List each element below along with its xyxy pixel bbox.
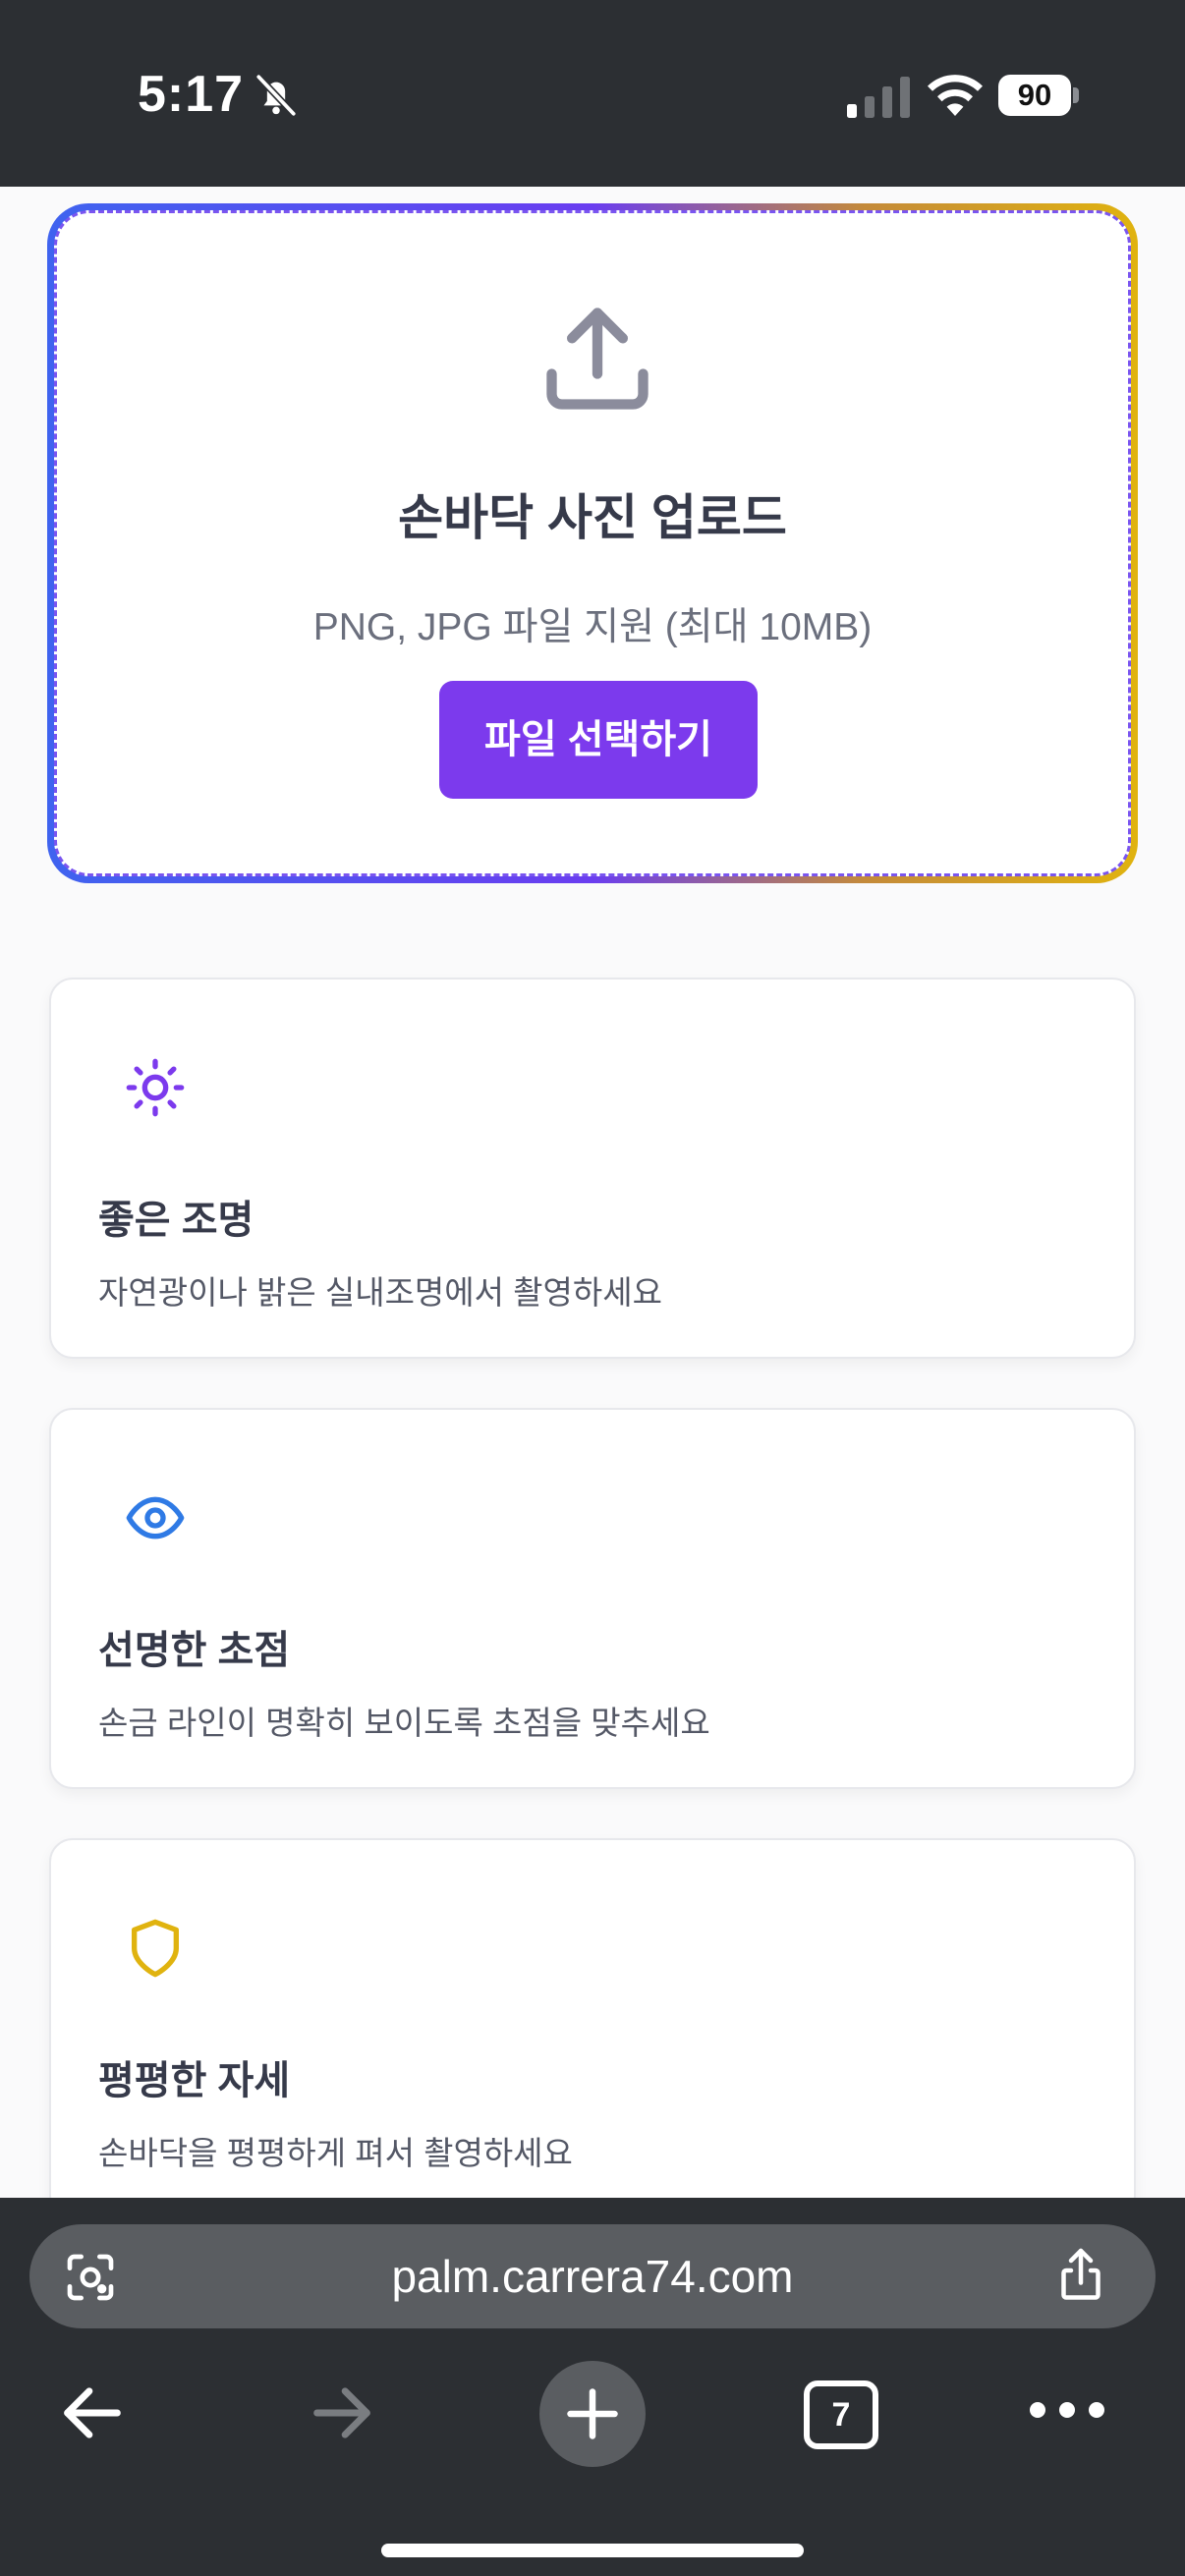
tip-description: 자연광이나 밝은 실내조명에서 촬영하세요	[98, 1274, 662, 1311]
tip-description: 손바닥을 평평하게 펴서 촬영하세요	[98, 2135, 573, 2171]
upload-icon	[546, 308, 649, 410]
upload-dropzone[interactable]: 손바닥 사진 업로드 PNG, JPG 파일 지원 (최대 10MB) 파일 선…	[47, 203, 1138, 883]
more-icon[interactable]	[1028, 2390, 1106, 2430]
tip-card-focus: 선명한 초점 손금 라인이 명확히 보이도록 초점을 맞추세요	[49, 1408, 1136, 1789]
sun-icon	[126, 1058, 185, 1117]
battery-icon: 90	[998, 75, 1071, 116]
status-time: 5:17	[138, 66, 245, 123]
tip-card-posture: 평평한 자세 손바닥을 평평하게 펴서 촬영하세요	[49, 1838, 1136, 2219]
tip-title: 좋은 조명	[98, 1199, 254, 1242]
share-icon[interactable]	[1051, 2246, 1110, 2305]
tip-card-lighting: 좋은 조명 자연광이나 밝은 실내조명에서 촬영하세요	[49, 978, 1136, 1359]
bell-off-icon	[255, 74, 297, 117]
plus-icon	[567, 2388, 618, 2439]
cellular-signal-icon	[847, 77, 910, 118]
tabs-icon[interactable]: 7	[804, 2380, 878, 2449]
upload-title: 손바닥 사진 업로드	[398, 490, 787, 545]
battery-tip	[1073, 87, 1079, 103]
browser-toolbar: palm.carrera74.com 7	[0, 2198, 1185, 2576]
upload-dropzone-inner[interactable]: 손바닥 사진 업로드 PNG, JPG 파일 지원 (최대 10MB) 파일 선…	[54, 210, 1131, 876]
tip-description: 손금 라인이 명확히 보이도록 초점을 맞추세요	[98, 1705, 710, 1741]
select-file-button[interactable]: 파일 선택하기	[439, 681, 758, 799]
home-indicator	[381, 2544, 804, 2557]
tip-title: 평평한 자세	[98, 2059, 291, 2102]
shield-icon	[132, 1919, 179, 1978]
url-text[interactable]: palm.carrera74.com	[29, 2224, 1156, 2328]
forward-arrow-icon[interactable]	[305, 2376, 379, 2450]
address-bar[interactable]: palm.carrera74.com	[29, 2224, 1156, 2328]
tip-title: 선명한 초점	[98, 1629, 291, 1672]
eye-icon	[126, 1496, 185, 1540]
upload-description: PNG, JPG 파일 지원 (최대 10MB)	[312, 606, 873, 648]
status-bar: 5:17 90	[0, 0, 1185, 187]
lens-icon[interactable]	[63, 2250, 118, 2305]
wifi-icon	[928, 75, 983, 116]
back-arrow-icon[interactable]	[55, 2376, 130, 2450]
new-tab-button[interactable]	[539, 2361, 646, 2467]
